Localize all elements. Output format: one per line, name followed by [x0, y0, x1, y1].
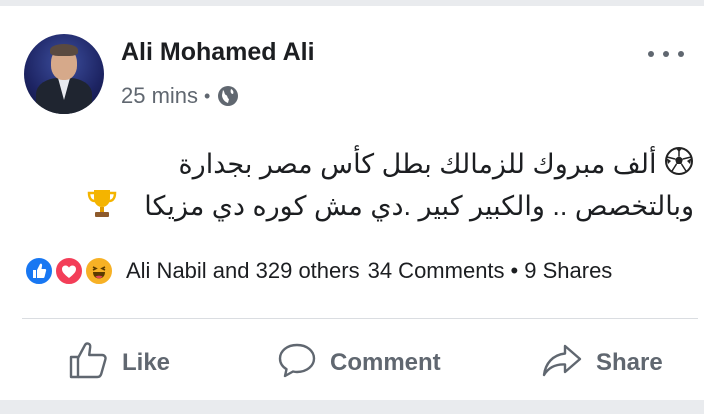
reactors-text[interactable]: Ali Nabil and 329 others: [126, 258, 360, 284]
post-time[interactable]: 25 mins: [121, 83, 198, 109]
more-options-icon[interactable]: [648, 44, 684, 64]
avatar[interactable]: [24, 34, 104, 114]
engagement-stats: Ali Nabil and 329 others 34 Comments • 9…: [24, 256, 700, 286]
globe-icon[interactable]: [216, 84, 240, 108]
haha-reaction-icon: [84, 256, 114, 286]
post-text-line-2: وبالتخصص .. والكبير كبير .دي مش كوره دي …: [20, 186, 694, 230]
comment-label: Comment: [330, 349, 441, 376]
author-name[interactable]: Ali Mohamed Ali: [121, 38, 315, 67]
action-bar: Like Comment Share: [0, 330, 704, 396]
post-header: Ali Mohamed Ali 25 mins •: [24, 26, 694, 122]
comment-icon: [276, 340, 318, 387]
like-label: Like: [122, 349, 171, 376]
share-button[interactable]: Share: [540, 330, 663, 396]
post-text-line-1: ألف مبروك للزمالك بطل كأس مصر بجدارة: [20, 146, 694, 186]
share-label: Share: [596, 349, 663, 376]
meta-separator: •: [204, 85, 211, 106]
post-text: ألف مبروك للزمالك بطل كأس مصر بجدارة وبا…: [20, 146, 694, 230]
post-card: Ali Mohamed Ali 25 mins • ألف مبروك للزم…: [0, 6, 704, 400]
thumbs-up-icon: [68, 340, 110, 387]
stats-separator: •: [510, 258, 519, 283]
post-meta: 25 mins •: [121, 81, 240, 111]
share-arrow-icon: [540, 340, 584, 387]
soccer-ball-icon: [664, 146, 694, 186]
shares-count[interactable]: 9 Shares: [524, 258, 612, 284]
comment-button[interactable]: Comment: [276, 330, 441, 396]
like-button[interactable]: Like: [68, 330, 170, 396]
love-reaction-icon: [54, 256, 84, 286]
divider: [22, 318, 698, 319]
reaction-icons[interactable]: [24, 256, 122, 286]
comments-count[interactable]: 34 Comments: [368, 258, 505, 284]
trophy-icon: [85, 186, 119, 230]
like-reaction-icon: [24, 256, 54, 286]
